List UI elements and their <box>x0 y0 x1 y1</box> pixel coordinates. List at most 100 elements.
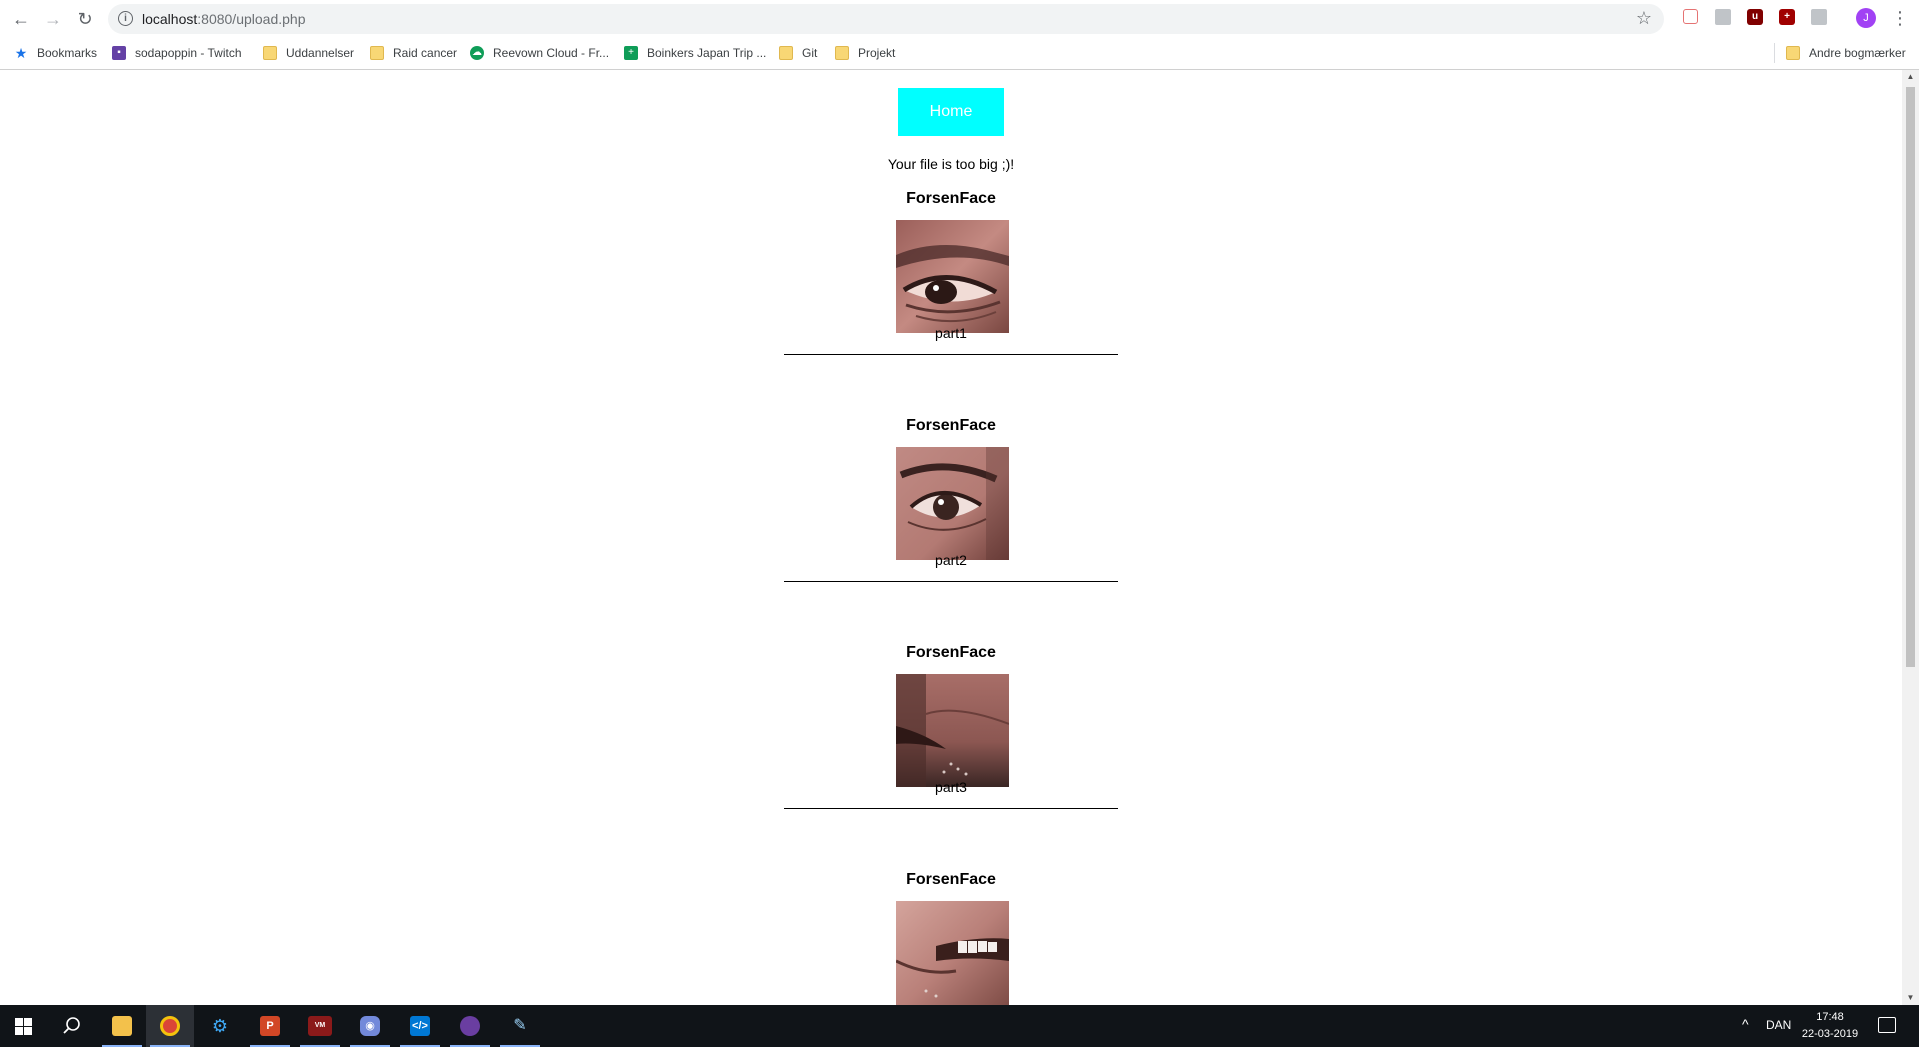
paint-icon: ✎ <box>513 1017 527 1034</box>
bookmark-reevown-cloud[interactable]: ☁ Reevown Cloud - Fr... <box>470 43 609 63</box>
bookmark-boinkers-japan[interactable]: + Boinkers Japan Trip ... <box>624 43 766 63</box>
post-image <box>896 674 1009 787</box>
taskbar-app-discord[interactable]: ◉ <box>346 1005 394 1047</box>
star-icon: ★ <box>14 45 28 61</box>
taskbar-app-purple[interactable] <box>446 1005 494 1047</box>
vs-icon: ⚙ <box>211 1016 229 1036</box>
chrome-menu-icon[interactable]: ⋮ <box>1891 6 1909 30</box>
post-image <box>896 447 1009 560</box>
bookmark-other[interactable]: Andre bogmærker <box>1786 43 1906 63</box>
taskbar-app-powerpoint[interactable]: P <box>246 1005 294 1047</box>
taskbar-app-voicemeeter[interactable]: VM <box>296 1005 344 1047</box>
reload-icon[interactable]: ↻ <box>72 6 98 32</box>
address-bar[interactable]: i localhost:8080/upload.php ☆ <box>108 4 1664 34</box>
smile-image <box>896 901 1009 1005</box>
input-language[interactable]: DAN <box>1766 1018 1791 1032</box>
folder-icon <box>263 46 277 60</box>
bookmark-projekt[interactable]: Projekt <box>835 43 895 63</box>
taskbar-app-visual-studio[interactable]: ⚙ <box>196 1005 244 1047</box>
cloud-icon: ☁ <box>470 46 484 60</box>
scroll-up-arrow-icon[interactable]: ▲ <box>1902 70 1919 84</box>
ublock-shield-icon[interactable]: u <box>1747 9 1763 25</box>
extension-generic-icon[interactable] <box>1811 9 1827 25</box>
bookmark-label: sodapoppin - Twitch <box>135 46 242 60</box>
bookmark-label: Boinkers Japan Trip ... <box>647 46 767 60</box>
bookmarks-bar: ★ Bookmarks ▪ sodapoppin - Twitch Uddann… <box>0 37 1919 70</box>
post-caption: part1 <box>935 325 967 341</box>
clock-time: 17:48 <box>1816 1011 1844 1023</box>
twitch-icon: ▪ <box>112 46 126 60</box>
home-button[interactable]: Home <box>898 88 1004 136</box>
system-clock[interactable]: 17:48 22-03-2019 <box>1800 1009 1860 1043</box>
eye-image <box>896 447 1009 560</box>
browser-toolbar: ← → ↻ i localhost:8080/upload.php ☆ u + … <box>0 0 1919 37</box>
bookmark-star-icon[interactable]: ☆ <box>1636 8 1652 29</box>
url-host: localhost <box>142 11 198 27</box>
post-caption: part2 <box>935 552 967 568</box>
post-divider <box>784 808 1118 809</box>
url-path: :8080/upload.php <box>197 11 306 27</box>
bookmark-bookmarks[interactable]: ★ Bookmarks <box>14 43 97 63</box>
bookmark-git[interactable]: Git <box>779 43 817 63</box>
extension-grey-icon[interactable] <box>1715 9 1731 25</box>
powerpoint-icon: P <box>260 1016 280 1036</box>
taskbar-app-file-explorer[interactable] <box>98 1005 146 1047</box>
clock-date: 22-03-2019 <box>1801 1028 1859 1040</box>
scroll-down-arrow-icon[interactable]: ▼ <box>1902 991 1919 1005</box>
extension-shield-plus-icon[interactable]: + <box>1779 9 1795 25</box>
bookmark-label: Bookmarks <box>37 46 98 60</box>
windows-taskbar: ⚙ P VM ◉ </> ✎ ^ DAN 17:48 22-03-2019 <box>0 1005 1919 1047</box>
search-icon <box>63 1017 80 1034</box>
post-item: ForsenFace <box>784 190 1118 417</box>
profile-avatar[interactable]: J <box>1856 8 1876 28</box>
scroll-thumb[interactable] <box>1906 87 1915 667</box>
post-image <box>896 220 1009 333</box>
post-divider <box>784 354 1118 355</box>
post-title: ForsenFace <box>906 417 996 434</box>
mouth-image <box>896 674 1009 787</box>
url-text[interactable]: localhost:8080/upload.php <box>142 4 305 34</box>
post-title: ForsenFace <box>906 644 996 661</box>
bookmark-raid-cancer[interactable]: Raid cancer <box>370 43 457 63</box>
folder-icon <box>1786 46 1800 60</box>
back-arrow-icon[interactable]: ← <box>8 6 34 32</box>
post-divider <box>784 581 1118 582</box>
bookmark-uddannelser[interactable]: Uddannelser <box>263 43 354 63</box>
app-circle-icon <box>460 1016 480 1036</box>
chrome-icon <box>160 1016 180 1036</box>
vscode-icon: </> <box>410 1016 430 1036</box>
post-item: ForsenFace <box>784 644 1118 871</box>
folder-icon <box>835 46 849 60</box>
post-title: ForsenFace <box>906 871 996 888</box>
taskbar-app-chrome[interactable] <box>146 1005 194 1047</box>
windows-logo-icon <box>15 1018 32 1035</box>
site-info-icon[interactable]: i <box>118 11 133 26</box>
status-message: Your file is too big ;)! <box>887 156 1015 172</box>
post-caption: part3 <box>935 779 967 795</box>
tray-chevron-up-icon[interactable]: ^ <box>1742 1016 1749 1032</box>
folder-icon <box>779 46 793 60</box>
forward-arrow-icon[interactable]: → <box>40 6 66 32</box>
sheets-icon: + <box>624 46 638 60</box>
search-button[interactable] <box>48 1005 96 1047</box>
bookmark-label: Andre bogmærker <box>1809 46 1906 60</box>
bookmark-label: Reevown Cloud - Fr... <box>493 46 610 60</box>
discord-icon: ◉ <box>360 1016 380 1036</box>
page-viewport: Home Your file is too big ;)! ForsenFace <box>0 70 1902 1005</box>
folder-icon <box>112 1016 132 1036</box>
extension-camera-icon[interactable] <box>1683 9 1698 24</box>
bookmark-twitch[interactable]: ▪ sodapoppin - Twitch <box>112 43 242 63</box>
post-image <box>896 901 1009 1005</box>
action-center-icon[interactable] <box>1878 1017 1896 1033</box>
folder-icon <box>370 46 384 60</box>
bookmark-label: Uddannelser <box>286 46 355 60</box>
page-scrollbar[interactable]: ▲ ▼ <box>1902 70 1919 1005</box>
taskbar-app-vscode[interactable]: </> <box>396 1005 444 1047</box>
screen: ← → ↻ i localhost:8080/upload.php ☆ u + … <box>0 0 1919 1047</box>
voicemeeter-icon: VM <box>308 1016 332 1036</box>
taskbar-app-paint[interactable]: ✎ <box>496 1005 544 1047</box>
start-button[interactable] <box>0 1005 48 1047</box>
bookmark-label: Git <box>802 46 818 60</box>
post-item: ForsenFace <box>784 871 1118 1005</box>
post-title: ForsenFace <box>906 190 996 207</box>
